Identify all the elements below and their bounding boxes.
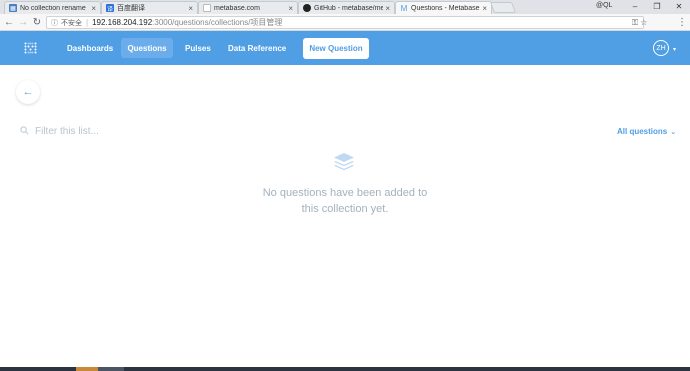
insecure-label: 不安全 <box>61 19 82 27</box>
arrow-left-icon: ← <box>22 86 34 98</box>
empty-state-line-2: this collection yet. <box>301 203 389 215</box>
close-icon[interactable]: × <box>91 4 96 13</box>
window-controls: – ❐ ✕ <box>624 0 690 12</box>
user-avatar[interactable]: ZH <box>653 40 669 56</box>
tab-favicon-icon: ▦ <box>9 4 17 12</box>
browser-tab-title: metabase.com <box>214 4 260 12</box>
empty-state-line-1: No questions have been added to <box>262 187 428 199</box>
nav-data-reference[interactable]: Data Reference <box>220 38 294 58</box>
filter-list-input[interactable] <box>35 123 335 139</box>
browser-tab-1[interactable]: ▦ No collection rename × <box>4 1 101 14</box>
browser-tab-title: 百度翻译 <box>117 5 145 12</box>
url-input[interactable]: ⓘ 不安全 | 192.168.204.192:3000/questions/c… <box>46 16 644 29</box>
address-bar: ← → ↻ ⓘ 不安全 | 192.168.204.192:3000/quest… <box>0 14 690 31</box>
github-icon <box>303 4 311 12</box>
minimize-icon[interactable]: – <box>624 0 646 12</box>
browser-tab-2[interactable]: 译 百度翻译 × <box>101 1 198 14</box>
close-icon[interactable]: × <box>482 4 487 13</box>
url-host: 192.168.204.192 <box>92 18 153 27</box>
browser-tab-4[interactable]: GitHub - metabase/me × <box>298 1 395 14</box>
tab-favicon-icon: 译 <box>106 4 114 13</box>
all-questions-dropdown[interactable]: All questions ⌄ <box>617 127 676 136</box>
browser-tab-title: GitHub - metabase/me <box>314 4 384 12</box>
key-and-star-icons: ⚿☆ <box>632 18 649 28</box>
new-tab-button[interactable] <box>489 2 517 13</box>
browser-tab-strip: ▦ No collection rename × 译 百度翻译 × metaba… <box>0 0 690 14</box>
browser-tab-title: Questions - Metabase <box>411 4 480 12</box>
profile-label[interactable]: @QL <box>596 2 612 9</box>
metabase-navbar: Dashboards Questions Pulses Data Referen… <box>0 31 690 65</box>
nav-questions[interactable]: Questions <box>121 38 173 58</box>
browser-tab-3[interactable]: metabase.com × <box>198 1 298 14</box>
key-icon[interactable]: ⚿ <box>632 18 640 27</box>
filter-label: All questions <box>617 127 668 136</box>
star-icon[interactable]: ☆ <box>640 18 649 27</box>
url-path: :3000/questions/collections/项目管理 <box>152 18 283 27</box>
collection-stack-icon <box>334 153 354 171</box>
empty-state-message: No questions have been added to this col… <box>240 185 450 217</box>
taskbar-item[interactable] <box>98 367 124 371</box>
new-question-button[interactable]: New Question <box>303 38 369 59</box>
tab-favicon-icon <box>203 4 211 12</box>
os-taskbar <box>0 367 690 371</box>
close-icon[interactable]: × <box>385 4 390 13</box>
close-icon[interactable]: × <box>188 4 193 13</box>
forward-arrow-icon[interactable]: → <box>17 16 29 28</box>
browser-tab-5[interactable]: M Questions - Metabase × <box>395 1 492 14</box>
metabase-logo-icon[interactable] <box>24 42 37 54</box>
info-icon[interactable]: ⓘ <box>51 18 58 28</box>
taskbar-item[interactable] <box>76 367 98 371</box>
nav-pulses[interactable]: Pulses <box>177 38 219 58</box>
search-icon <box>20 126 29 135</box>
back-button[interactable]: ← <box>16 80 40 104</box>
separator: | <box>86 18 89 27</box>
back-arrow-icon[interactable]: ← <box>3 16 15 28</box>
close-window-icon[interactable]: ✕ <box>668 0 690 12</box>
reload-icon[interactable]: ↻ <box>31 16 43 28</box>
close-icon[interactable]: × <box>288 4 293 13</box>
chevron-down-icon: ⌄ <box>670 129 677 136</box>
metabase-favicon-icon: M <box>400 3 408 13</box>
nav-dashboards[interactable]: Dashboards <box>59 38 121 58</box>
browser-tab-title: No collection rename <box>20 4 86 12</box>
chevron-down-icon[interactable]: ▾ <box>673 46 676 53</box>
menu-icon[interactable]: ⋮ <box>677 17 687 28</box>
maximize-icon[interactable]: ❐ <box>646 0 668 12</box>
